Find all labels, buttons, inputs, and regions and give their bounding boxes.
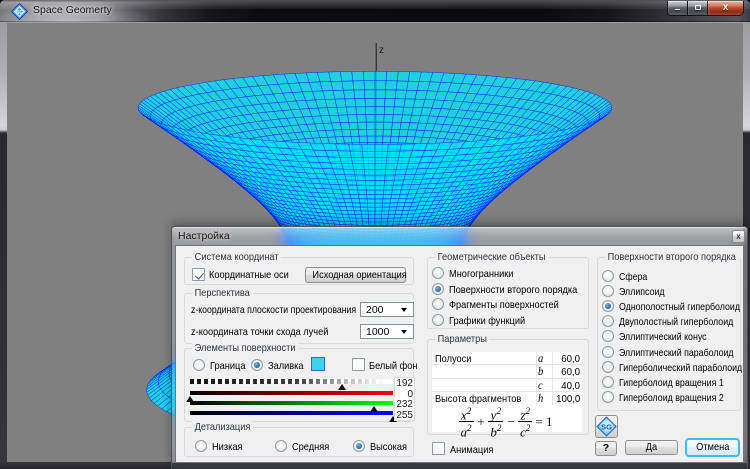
svg-text:SG: SG: [601, 423, 612, 432]
svg-text:z: z: [379, 45, 384, 56]
svg-text:SG: SG: [16, 10, 24, 16]
